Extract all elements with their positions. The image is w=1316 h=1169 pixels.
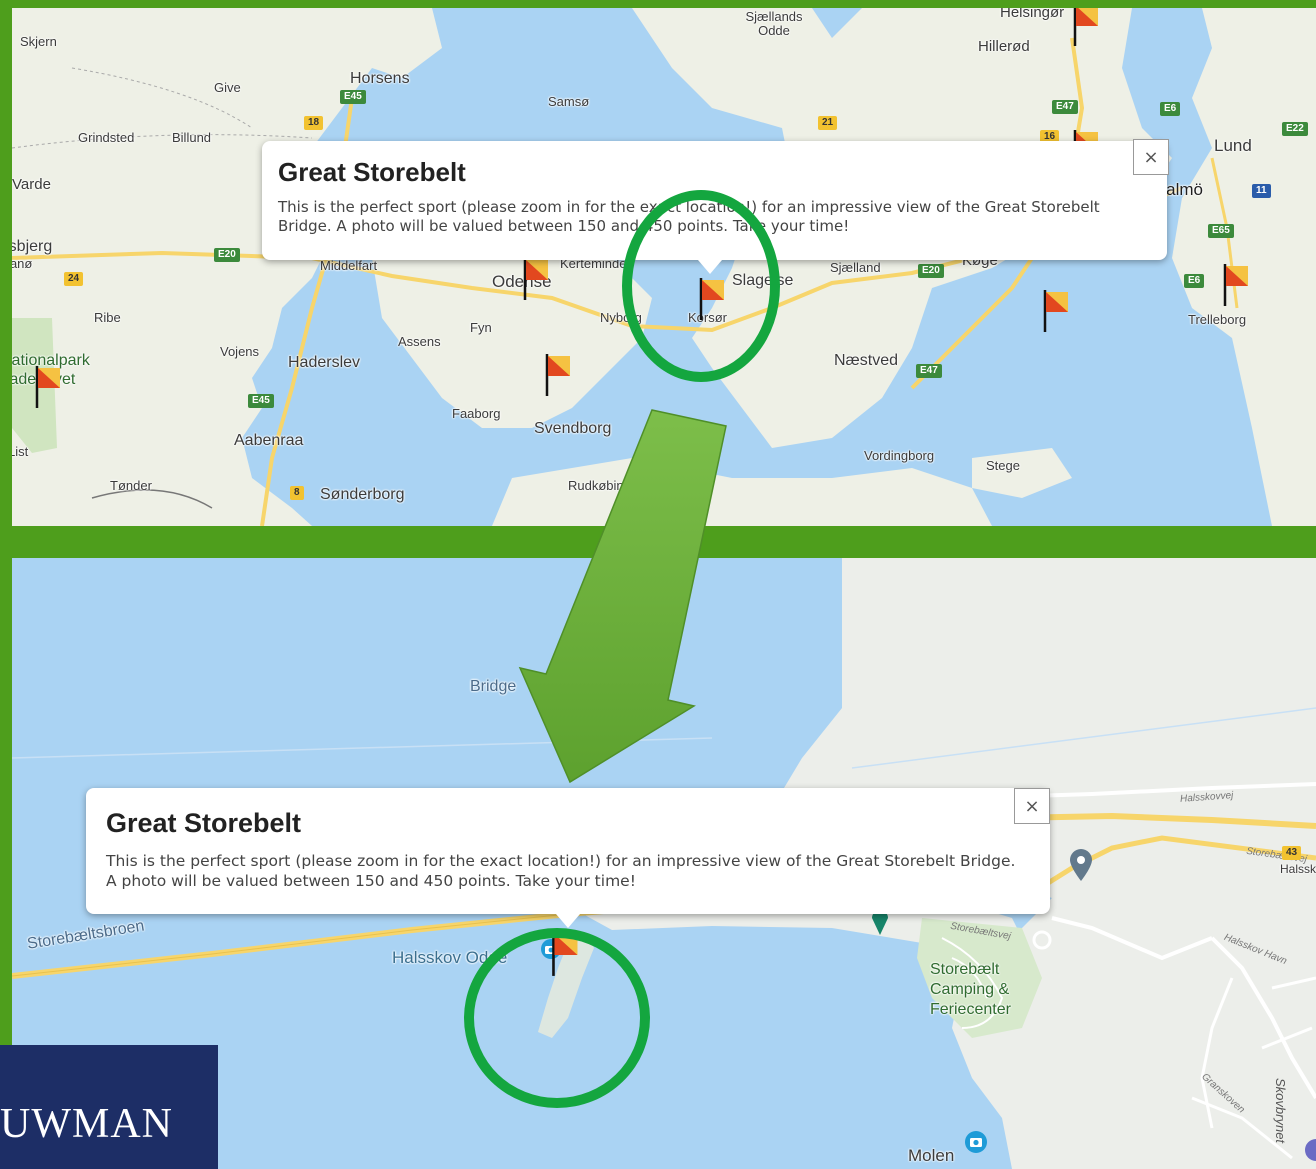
brand-logo: UWMAN bbox=[0, 1045, 218, 1169]
arrow-down-icon bbox=[518, 409, 727, 784]
logo-text: UWMAN bbox=[0, 1101, 173, 1147]
